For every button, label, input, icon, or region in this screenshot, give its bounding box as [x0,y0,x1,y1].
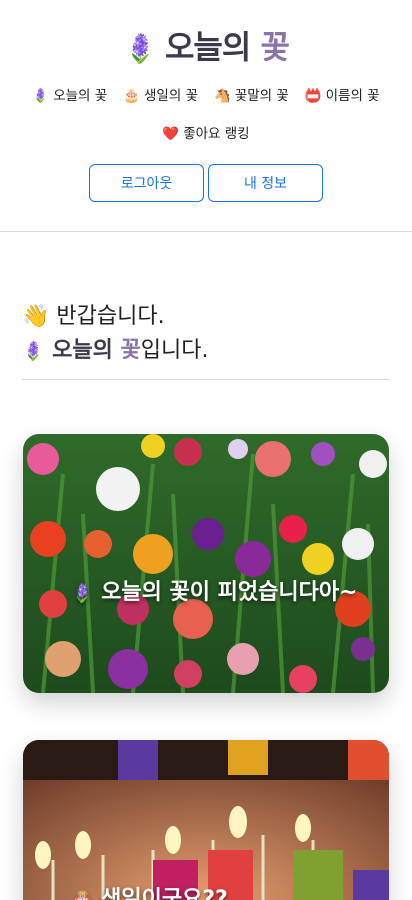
card-caption-text: 생일이군요?? [101,887,228,900]
horse-icon: 🐴 [214,88,231,104]
logo-text-part1: 오늘의 [164,28,261,66]
nav-item-name-flower[interactable]: 📛 이름의 꽃 [297,86,388,106]
lavender-icon: 🪻 [22,341,45,362]
auth-buttons: 로그아웃 내 정보 [0,164,412,202]
app-header: 🪻 오늘의 꽃 🪻 오늘의 꽃 🎂 생일의 꽃 🐴 꽃말의 꽃 📛 이름의 꽃 ❤️ 좋아요… [0,0,412,232]
card-caption-text: 오늘의 꽃이 피었습니다아~ [101,580,358,605]
welcome-title-part2: 꽃 [120,338,141,363]
welcome-title-suffix: 입니다. [140,338,209,363]
name-badge-icon: 📛 [304,88,322,104]
nav-item-flower-language[interactable]: 🐴 꽃말의 꽃 [206,86,297,106]
app-logo[interactable]: 🪻 오늘의 꽃 [0,22,412,68]
nav-item-label: 좋아요 랭킹 [183,126,250,142]
nav-item-today-flower[interactable]: 🪻 오늘의 꽃 [24,86,115,106]
nav-item-like-ranking[interactable]: ❤️ 좋아요 랭킹 [154,124,257,144]
birthday-flower-caption: 🎂 생일이군요?? [71,886,359,900]
nav-item-birthday-flower[interactable]: 🎂 생일의 꽃 [115,86,206,106]
main-nav: 🪻 오늘의 꽃 🎂 생일의 꽃 🐴 꽃말의 꽃 📛 이름의 꽃 ❤️ 좋아요 랭킹 [0,86,412,144]
nav-item-label: 생일의 꽃 [144,88,198,104]
lavender-icon: 🪻 [32,88,50,104]
welcome-section: 👋 반갑습니다. 🪻 오늘의 꽃입니다. [22,300,389,380]
nav-item-label: 오늘의 꽃 [53,88,108,104]
lavender-icon: 🪻 [71,583,94,604]
heart-icon: ❤️ [162,126,180,142]
nav-item-label: 이름의 꽃 [325,88,380,104]
birthday-flower-card[interactable]: 🎂 생일이군요?? [23,740,389,900]
greeting-line: 👋 반갑습니다. [22,300,389,334]
logout-button[interactable]: 로그아웃 [89,164,204,202]
birthday-cake-image [23,740,389,900]
my-info-button[interactable]: 내 정보 [208,164,323,202]
birthday-cake-icon: 🎂 [71,890,93,900]
today-flower-card[interactable]: 🪻 오늘의 꽃이 피었습니다아~ [23,434,389,693]
logo-text-part2: 꽃 [260,28,289,66]
welcome-title: 🪻 오늘의 꽃입니다. [22,334,389,369]
nav-item-label: 꽃말의 꽃 [234,88,289,104]
greeting-text: 반갑습니다. [56,304,165,329]
waving-hand-icon: 👋 [22,304,50,329]
welcome-title-part1: 오늘의 [52,338,121,363]
today-flower-caption: 🪻 오늘의 꽃이 피었습니다아~ [71,579,359,608]
lavender-icon: 🪻 [123,32,158,65]
tulip-field-image [23,434,389,693]
birthday-cake-icon: 🎂 [123,88,141,104]
